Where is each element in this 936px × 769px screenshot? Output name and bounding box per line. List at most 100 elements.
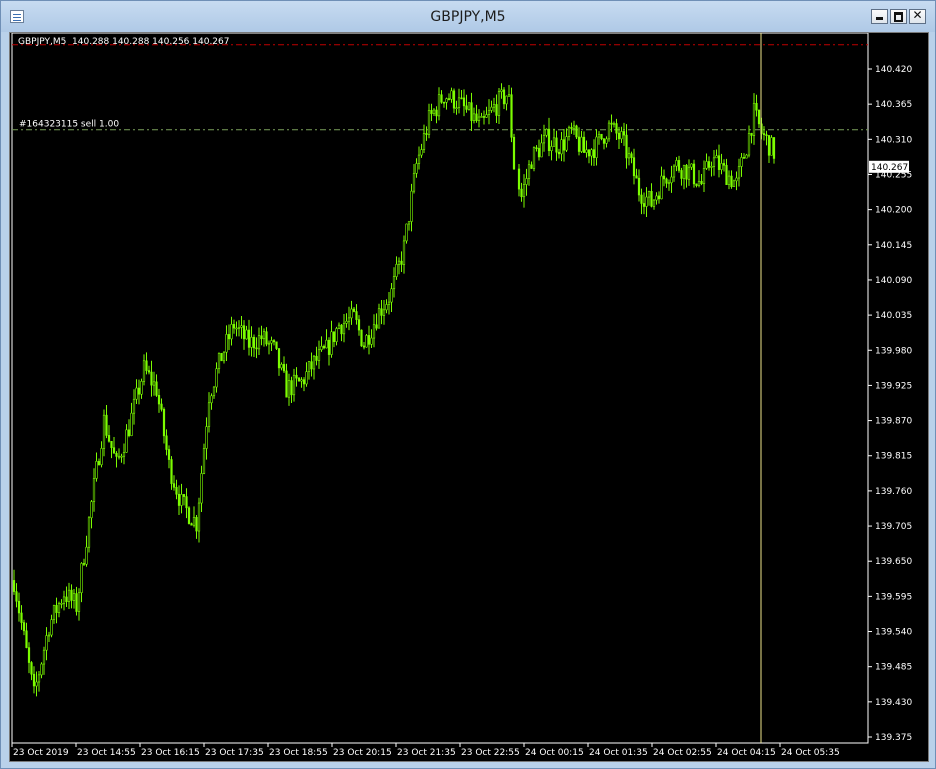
candle-body <box>100 448 103 466</box>
candle-body <box>232 324 236 329</box>
candle-body <box>267 342 271 345</box>
candle-body <box>720 163 723 170</box>
candle-body <box>272 340 276 343</box>
x-tick-label: 23 Oct 22:55 <box>461 748 520 758</box>
candle-body <box>582 136 586 153</box>
chart-area[interactable]: 140.420 140.365 140.310 140.255 140.200 140.1… <box>9 32 929 762</box>
y-tick-label: 139.485 <box>875 663 912 673</box>
candle-body <box>215 368 218 388</box>
candle-body <box>117 455 121 458</box>
candle-body <box>347 317 351 322</box>
candle-body <box>287 380 291 398</box>
candle-body <box>572 125 576 129</box>
close-icon: ✕ <box>912 8 923 22</box>
candle-body <box>87 517 91 548</box>
candle-body <box>132 398 136 414</box>
candle-body <box>597 133 601 138</box>
price-chart[interactable]: 140.420140.365140.310140.255140.200140.1… <box>10 33 928 761</box>
candle-body <box>412 173 416 192</box>
candle-body <box>85 546 88 565</box>
candle-body <box>467 102 471 110</box>
candle-body <box>365 335 368 348</box>
candle-body <box>42 649 46 665</box>
candle-body <box>137 387 141 395</box>
candle-body <box>230 324 233 340</box>
candle-body <box>550 146 553 152</box>
candle-body <box>487 110 491 115</box>
title-bar[interactable]: GBPJPY,M5 ✕ <box>1 1 935 32</box>
candle-body <box>600 133 603 140</box>
candle-body <box>535 147 538 149</box>
candle-body <box>615 123 618 134</box>
candle-body <box>510 94 513 138</box>
candle-body <box>507 94 511 97</box>
candle-body <box>732 180 736 187</box>
x-tick-label: 23 Oct 16:15 <box>141 748 200 758</box>
candle-body <box>337 324 341 329</box>
candle-body <box>607 122 611 140</box>
candle-body <box>552 137 556 147</box>
x-tick-label: 23 Oct 18:55 <box>269 748 328 758</box>
candle-body <box>770 137 773 156</box>
candle-body <box>180 494 183 506</box>
candle-body <box>497 91 501 116</box>
candle-body <box>580 136 583 152</box>
candle-body <box>107 435 111 442</box>
candle-body <box>717 155 721 170</box>
candle-body <box>410 190 413 222</box>
candle-body <box>307 361 311 372</box>
minimize-button[interactable] <box>871 9 888 24</box>
candle-body <box>302 379 306 385</box>
candle-body <box>635 175 638 179</box>
y-tick-label: 139.705 <box>875 522 912 532</box>
candle-body <box>340 324 343 335</box>
candle-body <box>155 381 158 396</box>
candle-body <box>52 605 56 620</box>
x-tick-label: 24 Oct 00:15 <box>525 748 584 758</box>
y-tick-label: 140.310 <box>875 135 912 145</box>
maximize-button[interactable] <box>890 9 907 24</box>
candle-body <box>485 114 488 118</box>
candle-body <box>490 106 493 111</box>
candle-body <box>357 319 361 331</box>
candle-body <box>695 183 698 186</box>
candle-body <box>212 386 216 397</box>
candle-body <box>402 240 406 265</box>
candle-body <box>632 157 636 177</box>
candle-body <box>397 260 401 265</box>
candle-body <box>82 563 86 565</box>
candle-body <box>710 166 713 168</box>
x-tick-label: 24 Oct 02:55 <box>653 748 712 758</box>
candle-body <box>657 195 661 200</box>
candle-body <box>350 308 353 319</box>
candle-body <box>457 97 461 108</box>
candle-body <box>60 603 63 605</box>
candle-body <box>755 102 758 111</box>
x-tick-label: 23 Oct 21:35 <box>397 748 456 758</box>
candle-body <box>470 102 473 121</box>
candle-body <box>360 329 363 347</box>
candle-body <box>567 127 571 137</box>
candle-body <box>130 412 133 436</box>
close-button[interactable]: ✕ <box>909 8 926 24</box>
candle-body <box>430 110 433 114</box>
candle-body <box>295 374 298 379</box>
candle-body <box>157 395 161 405</box>
candle-body <box>260 335 263 340</box>
candle-body <box>625 134 628 159</box>
candle-body <box>70 589 73 601</box>
candle-body <box>225 334 228 353</box>
candle-body <box>415 163 418 174</box>
candle-body <box>690 163 693 168</box>
candle-body <box>622 131 626 136</box>
candle-body <box>382 309 386 316</box>
candle-body <box>330 331 333 355</box>
candle-body <box>527 164 531 179</box>
candle-body <box>90 501 93 519</box>
candle-body <box>255 347 258 350</box>
candle-body <box>187 507 191 524</box>
candle-body <box>297 377 301 382</box>
candle-body <box>590 149 593 157</box>
candle-body <box>585 149 588 153</box>
candle-body <box>352 308 356 312</box>
